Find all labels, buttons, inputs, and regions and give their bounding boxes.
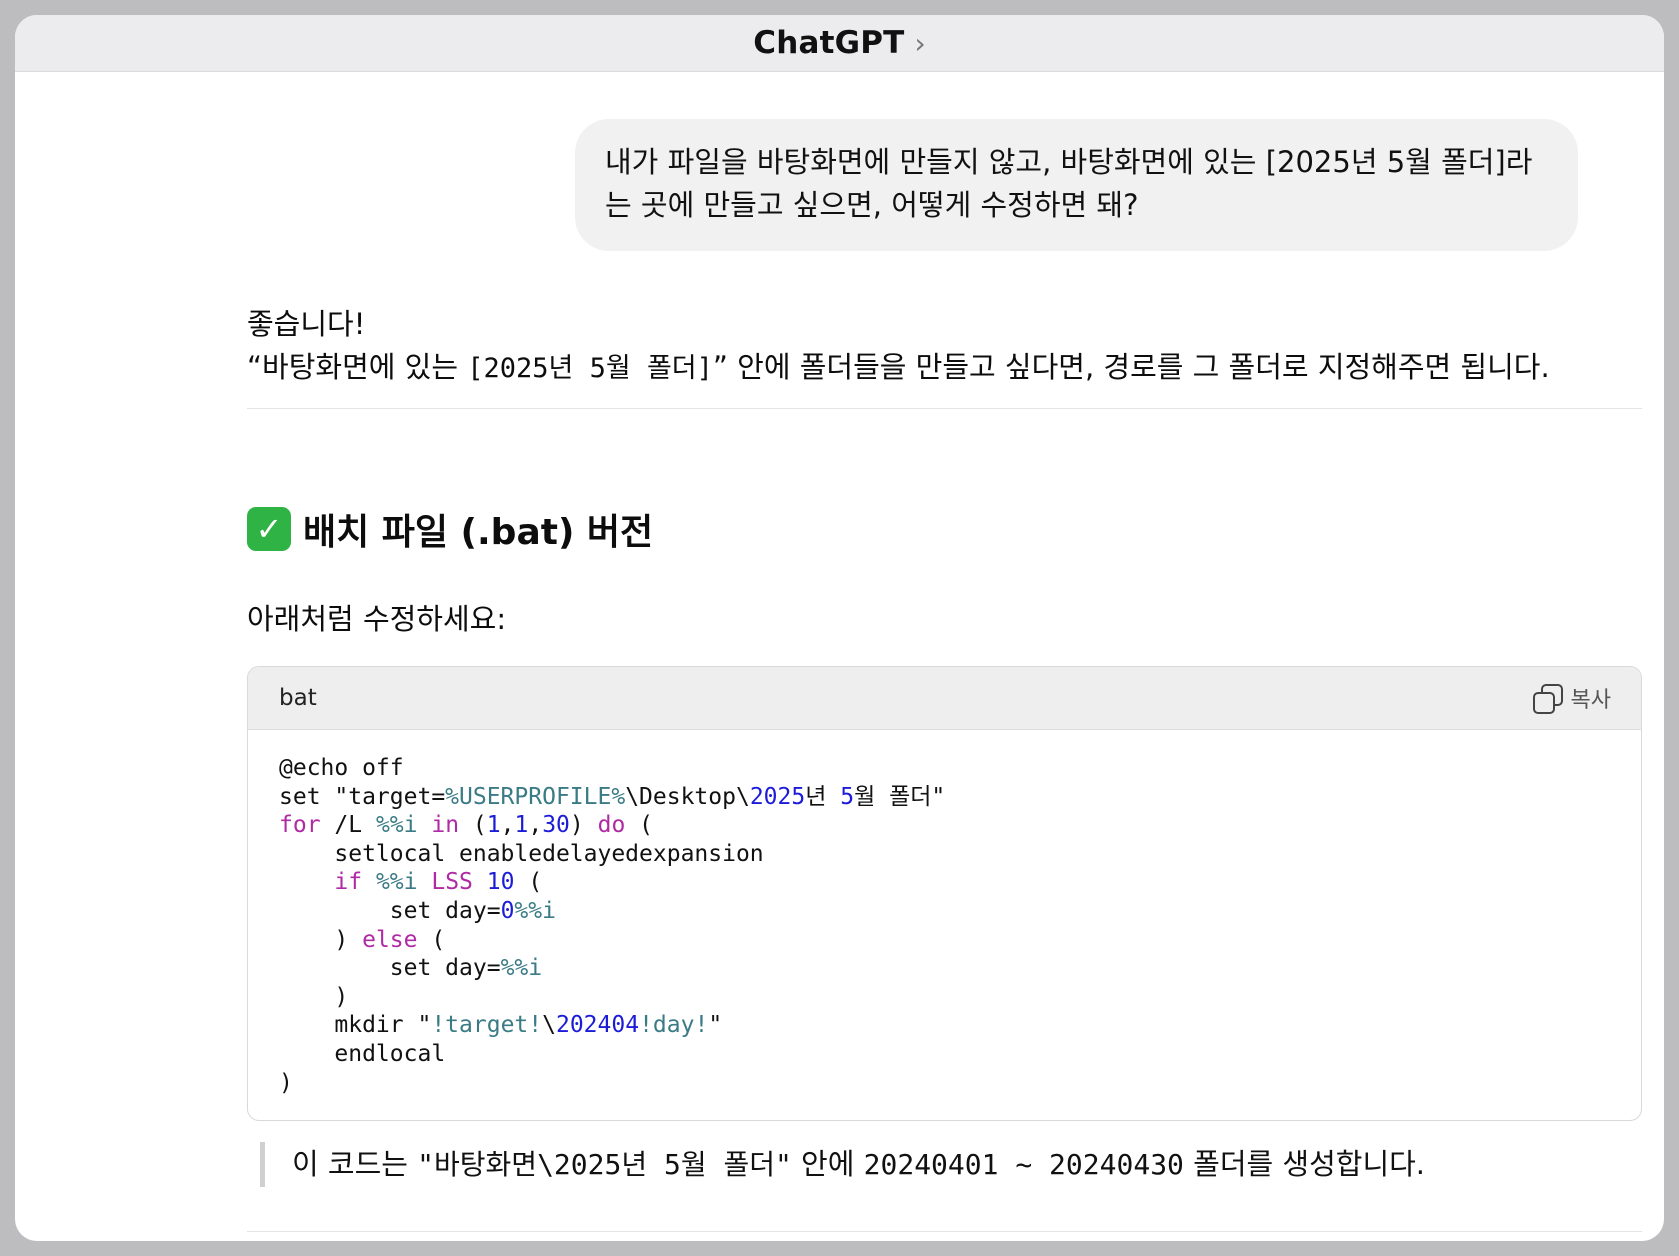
code-line: set "target=%USERPROFILE%\Desktop\2025년 … <box>279 783 946 810</box>
section-title: 배치 파일 (.bat) 버전 <box>303 512 654 553</box>
code-line: ) <box>279 1069 293 1096</box>
lead-text: 아래처럼 수정하세요: <box>247 602 507 636</box>
intro-before: “바탕화면에 있는 <box>247 350 468 384</box>
code-line: endlocal <box>279 1040 446 1067</box>
divider <box>247 408 1642 409</box>
intro-folder-path: [2025년 5월 폴더] <box>467 353 713 384</box>
note-prefix: 이 코드는 <box>292 1147 418 1181</box>
code-language-label: bat <box>279 685 317 711</box>
chat-window: ChatGPT › 내가 파일을 바탕화면에 만들지 않고, 바탕화면에 있는 … <box>15 15 1664 1241</box>
chevron-right-icon: › <box>914 27 926 60</box>
code-line: if %%i LSS 10 ( <box>334 869 543 896</box>
intro-after: ” 안에 폴더들을 만들고 싶다면, 경로를 그 폴더로 지정해주면 됩니다. <box>712 350 1550 384</box>
note-range: 20240401 ~ 20240430 <box>863 1148 1184 1181</box>
divider-bottom <box>247 1231 1642 1232</box>
code-line: mkdir "!target!\202404!day!" <box>279 1012 723 1039</box>
code-content: @echo off set "target=%USERPROFILE%\Desk… <box>248 730 1641 1120</box>
copy-button[interactable]: 복사 <box>1532 682 1611 714</box>
code-line: ) else ( <box>279 926 446 953</box>
note-suffix: 폴더를 생성합니다. <box>1183 1147 1426 1181</box>
note-middle: 안에 <box>791 1147 864 1181</box>
code-line: set day=0%%i <box>279 897 556 924</box>
user-message-bubble: 내가 파일을 바탕화면에 만들지 않고, 바탕화면에 있는 [2025년 5월 … <box>575 119 1578 251</box>
code-line: set day=%%i <box>279 955 543 982</box>
note-blockquote: 이 코드는 "바탕화면\2025년 5월 폴더" 안에 20240401 ~ 2… <box>260 1142 1640 1187</box>
code-line: setlocal enabledelayedexpansion <box>279 840 764 867</box>
app-title: ChatGPT <box>753 25 905 61</box>
copy-icon <box>1532 684 1563 714</box>
top-bar: ChatGPT › <box>15 15 1664 72</box>
check-mark-icon: ✓ <box>247 507 291 551</box>
copy-label: 복사 <box>1570 688 1611 713</box>
greeting-text: 좋습니다! <box>247 307 366 341</box>
section-heading: ✓ 배치 파일 (.bat) 버전 <box>247 503 1642 555</box>
assistant-intro: 좋습니다! “바탕화면에 있는 [2025년 5월 폴더]” 안에 폴더들을 만… <box>247 303 1642 390</box>
note-path: "바탕화면\2025년 5월 폴더" <box>417 1148 792 1181</box>
code-block: bat 복사 @echo off set "target=%USERPROFIL… <box>247 666 1642 1121</box>
code-line: @echo off <box>279 755 404 781</box>
model-selector[interactable]: ChatGPT › <box>753 25 925 61</box>
intro-text: “바탕화면에 있는 [2025년 5월 폴더]” 안에 폴더들을 만들고 싶다면… <box>247 346 1642 390</box>
code-line: for /L %%i in (1,1,30) do ( <box>279 812 653 839</box>
code-block-header: bat 복사 <box>248 667 1641 730</box>
code-line: ) <box>279 983 349 1010</box>
user-message-text: 내가 파일을 바탕화면에 만들지 않고, 바탕화면에 있는 [2025년 5월 … <box>605 145 1533 222</box>
